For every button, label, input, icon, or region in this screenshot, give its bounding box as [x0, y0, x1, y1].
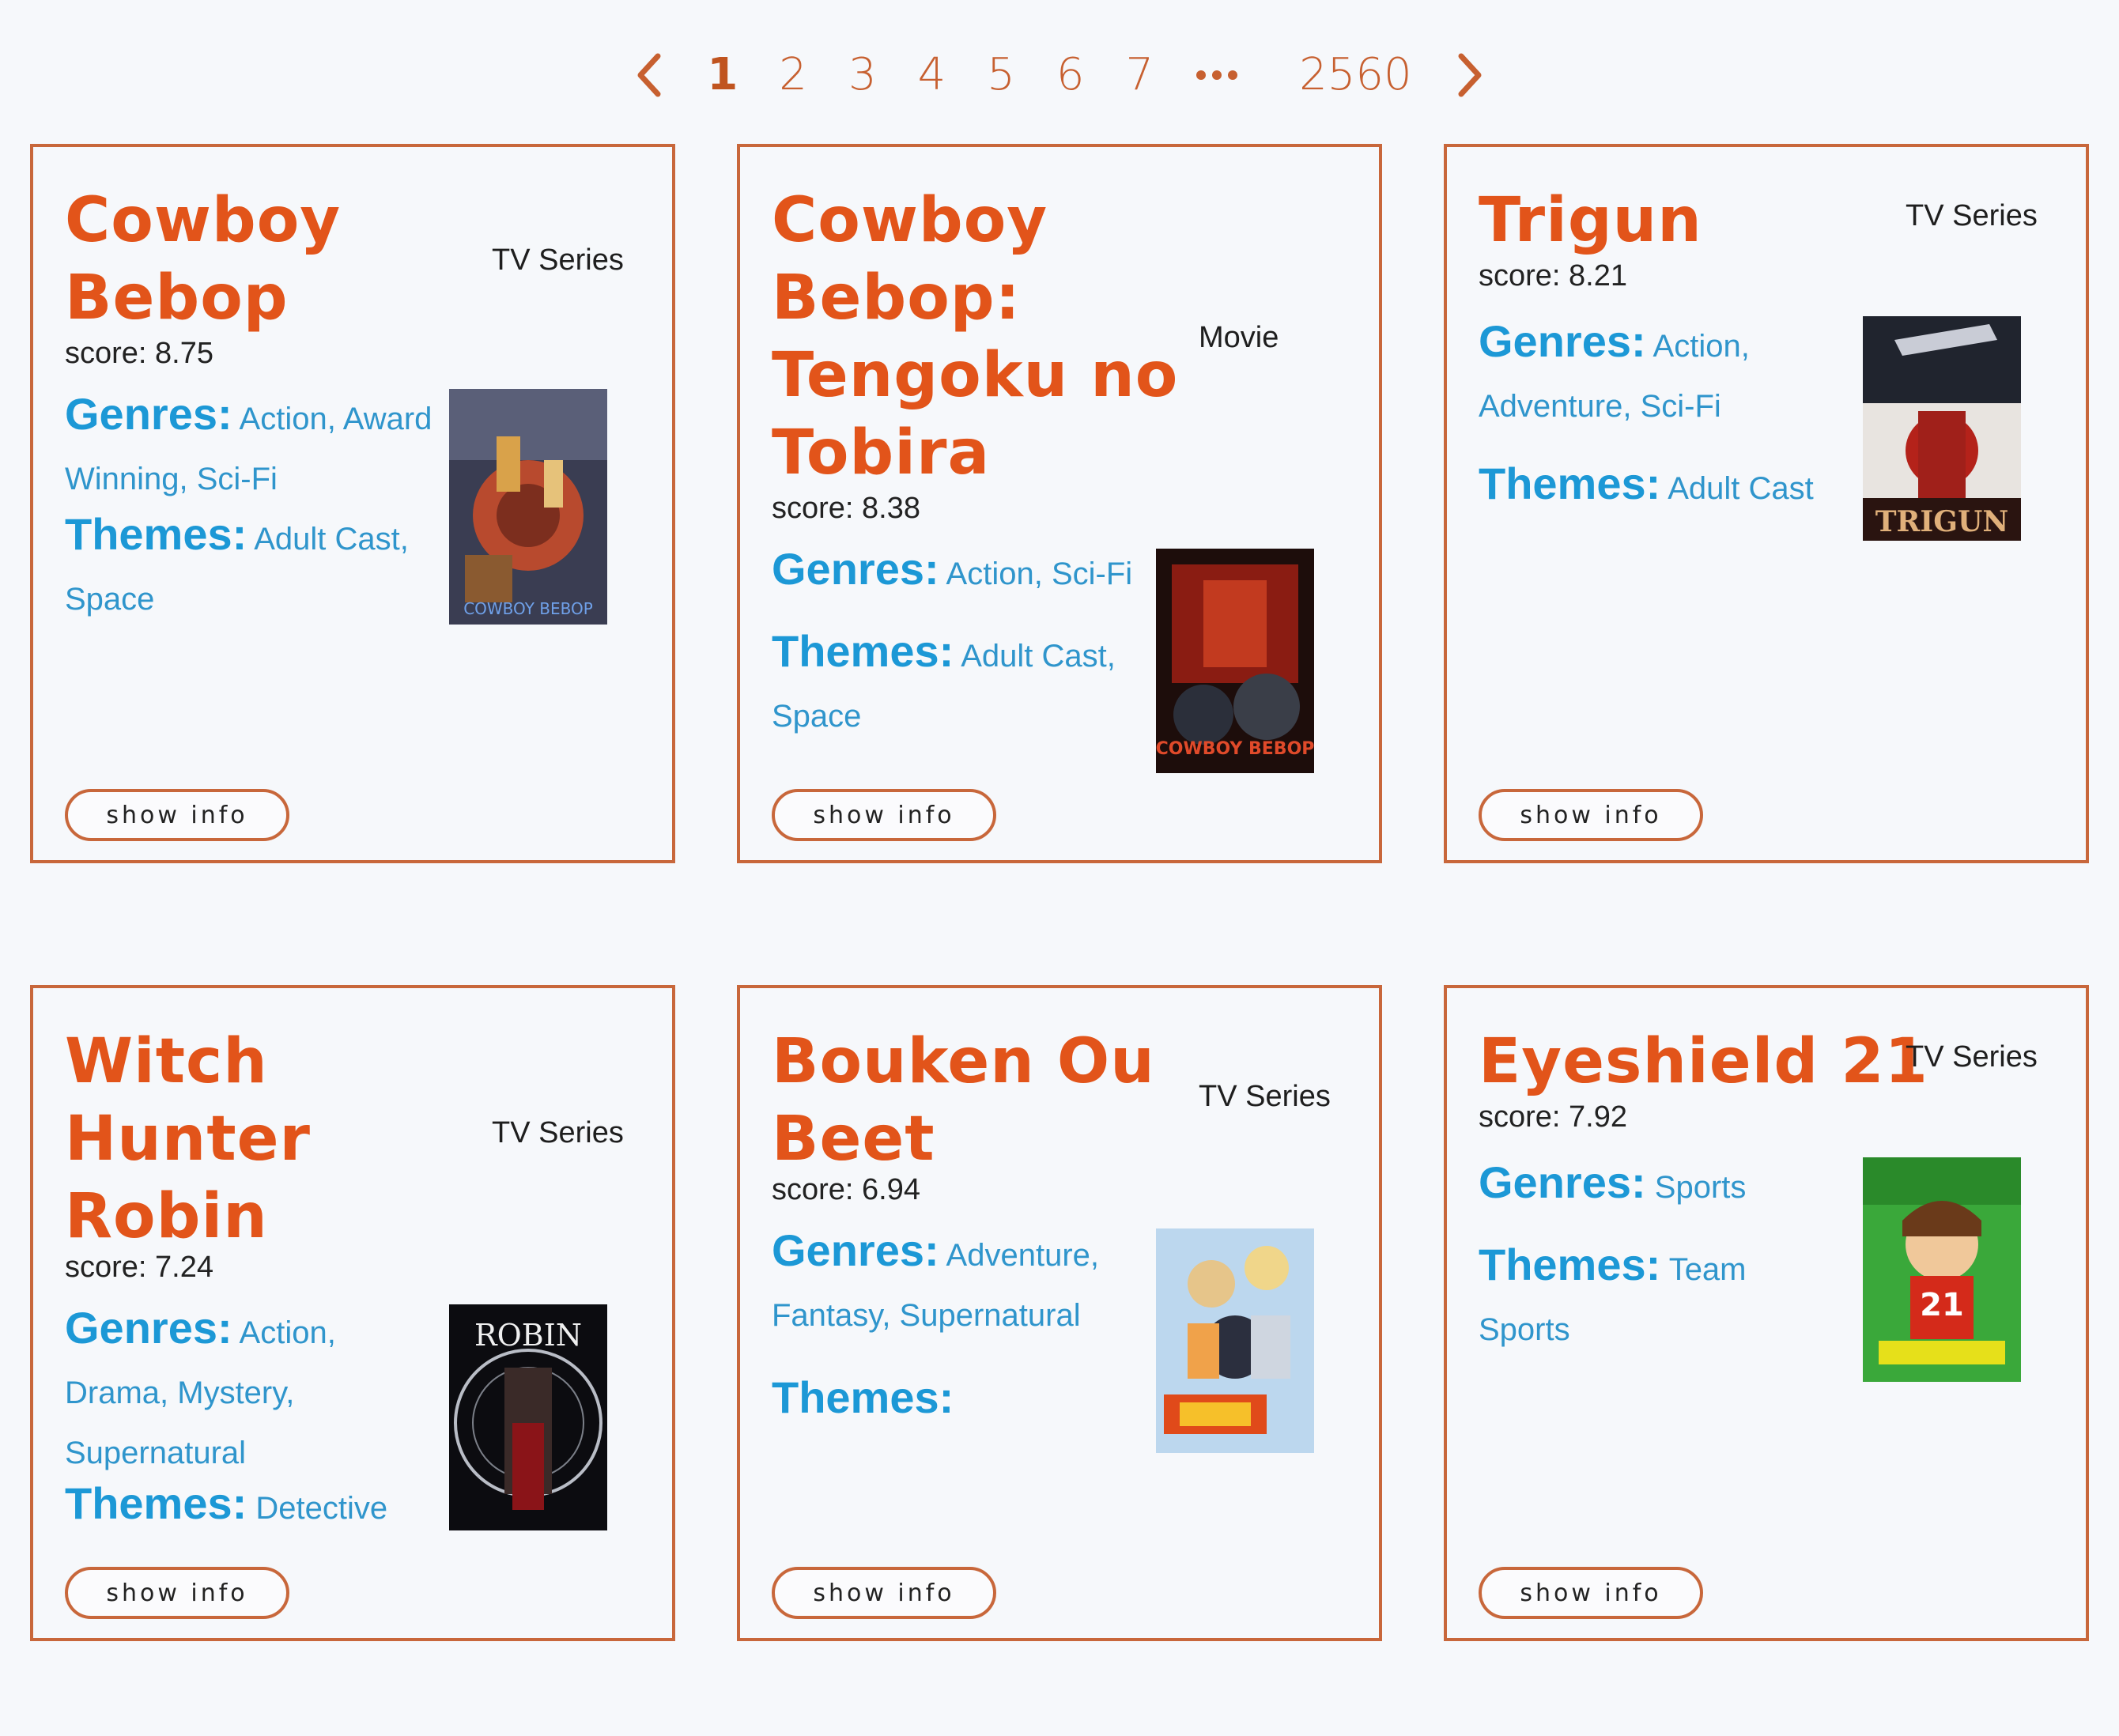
- genres-label: Genres:: [1479, 316, 1646, 366]
- anime-poster: ROBIN: [449, 1304, 607, 1530]
- prev-page-button[interactable]: [634, 51, 666, 99]
- themes-label: Themes:: [1479, 459, 1661, 508]
- themes-value: Adult Cast: [1668, 471, 1814, 506]
- show-info-button[interactable]: show info: [65, 1567, 289, 1619]
- anime-card: Cowboy Bebop: Tengoku no Tobira Movie sc…: [737, 144, 1382, 863]
- genres-block: Genres: Adventure, Fantasy, Supernatural: [772, 1221, 1143, 1345]
- poster-caption: ROBIN: [474, 1318, 582, 1353]
- next-page-button[interactable]: [1453, 51, 1485, 99]
- chevron-left-icon: [637, 53, 661, 97]
- anime-score: score: 7.24: [65, 1251, 213, 1284]
- anime-type: TV Series: [492, 243, 624, 277]
- page-link-last[interactable]: 2560: [1299, 53, 1412, 97]
- themes-block: Themes: Adult Cast, Space: [772, 621, 1143, 746]
- page-link-6[interactable]: 6: [1056, 53, 1085, 97]
- anime-card: Bouken Ou Beet TV Series score: 6.94 Gen…: [737, 985, 1382, 1641]
- page-link-4[interactable]: 4: [918, 53, 946, 97]
- anime-title: Eyeshield 21: [1479, 1026, 1928, 1097]
- themes-value: Detective: [255, 1491, 388, 1526]
- genres-label: Genres:: [772, 1225, 939, 1275]
- themes-block: Themes: Adult Cast, Space: [65, 504, 436, 629]
- anime-type: TV Series: [1199, 1080, 1331, 1113]
- anime-title: Cowboy Bebop: [65, 185, 342, 334]
- genres-block: Genres: Action, Sci-Fi: [772, 539, 1159, 604]
- themes-label: Themes:: [65, 1478, 247, 1528]
- anime-poster: COWBOY BEBOP: [449, 389, 607, 625]
- page-link-5[interactable]: 5: [987, 53, 1015, 97]
- genres-label: Genres:: [65, 1303, 232, 1353]
- anime-type: TV Series: [492, 1116, 624, 1149]
- anime-poster: TRIGUN: [1863, 316, 2021, 541]
- show-info-button[interactable]: show info: [772, 789, 996, 841]
- anime-score: score: 7.92: [1479, 1100, 1627, 1134]
- anime-card: Cowboy Bebop TV Series score: 8.75 Genre…: [30, 144, 675, 863]
- genres-block: Genres: Sports: [1479, 1153, 1850, 1217]
- pagination: 1 2 3 4 5 6 7 2560: [0, 40, 2119, 111]
- anime-poster: COWBOY BEBOP: [1156, 549, 1314, 773]
- genres-block: Genres: Action, Drama, Mystery, Supernat…: [65, 1298, 413, 1483]
- themes-label: Themes:: [65, 509, 247, 559]
- themes-block: Themes: Detective: [65, 1474, 436, 1538]
- themes-block: Themes: Team Sports: [1479, 1235, 1826, 1360]
- anime-type: TV Series: [1906, 1040, 2038, 1074]
- page-link-2[interactable]: 2: [779, 53, 807, 97]
- chevron-right-icon: [1458, 53, 1482, 97]
- themes-block: Themes:: [772, 1368, 1143, 1432]
- anime-score: score: 6.94: [772, 1173, 920, 1206]
- page-link-3[interactable]: 3: [848, 53, 877, 97]
- anime-poster: 21: [1863, 1157, 2021, 1382]
- genres-label: Genres:: [65, 389, 232, 439]
- show-info-button[interactable]: show info: [1479, 789, 1703, 841]
- genres-label: Genres:: [772, 544, 939, 594]
- anime-card: Eyeshield 21 TV Series score: 7.92 Genre…: [1444, 985, 2089, 1641]
- page-link-1[interactable]: 1: [707, 53, 738, 97]
- poster-caption: COWBOY BEBOP: [463, 599, 593, 618]
- anime-card: Witch Hunter Robin TV Series score: 7.24…: [30, 985, 675, 1641]
- more-pages-button[interactable]: [1195, 67, 1239, 83]
- themes-label: Themes:: [772, 1372, 954, 1422]
- page-link-7[interactable]: 7: [1126, 53, 1154, 97]
- anime-title: Witch Hunter Robin: [65, 1026, 311, 1252]
- anime-score: score: 8.38: [772, 492, 920, 525]
- themes-label: Themes:: [1479, 1240, 1661, 1289]
- anime-score: score: 8.75: [65, 337, 213, 370]
- themes-label: Themes:: [772, 626, 954, 676]
- genres-value: Action, Sci-Fi: [946, 557, 1133, 591]
- anime-title: Trigun: [1479, 185, 1702, 256]
- svg-text:21: 21: [1920, 1287, 1964, 1323]
- anime-grid: Cowboy Bebop TV Series score: 8.75 Genre…: [30, 144, 2089, 1641]
- anime-type: TV Series: [1906, 199, 2038, 232]
- show-info-button[interactable]: show info: [1479, 1567, 1703, 1619]
- anime-poster: [1156, 1228, 1314, 1453]
- anime-title: Cowboy Bebop: Tengoku no Tobira: [772, 185, 1179, 489]
- poster-caption: COWBOY BEBOP: [1156, 739, 1314, 759]
- anime-title: Bouken Ou Beet: [772, 1026, 1155, 1175]
- genres-label: Genres:: [1479, 1157, 1646, 1207]
- anime-card: Trigun TV Series score: 8.21 Genres: Act…: [1444, 144, 2089, 863]
- genres-value: Sports: [1654, 1170, 1747, 1205]
- anime-type: Movie: [1199, 321, 1279, 354]
- more-horizontal-icon: [1196, 70, 1238, 80]
- genres-block: Genres: Action, Adventure, Sci-Fi: [1479, 311, 1850, 436]
- poster-caption: TRIGUN: [1875, 505, 2009, 538]
- themes-block: Themes: Adult Cast: [1479, 454, 1858, 519]
- genres-block: Genres: Action, Award Winning, Sci-Fi: [65, 384, 436, 509]
- show-info-button[interactable]: show info: [65, 789, 289, 841]
- anime-score: score: 8.21: [1479, 259, 1627, 292]
- show-info-button[interactable]: show info: [772, 1567, 996, 1619]
